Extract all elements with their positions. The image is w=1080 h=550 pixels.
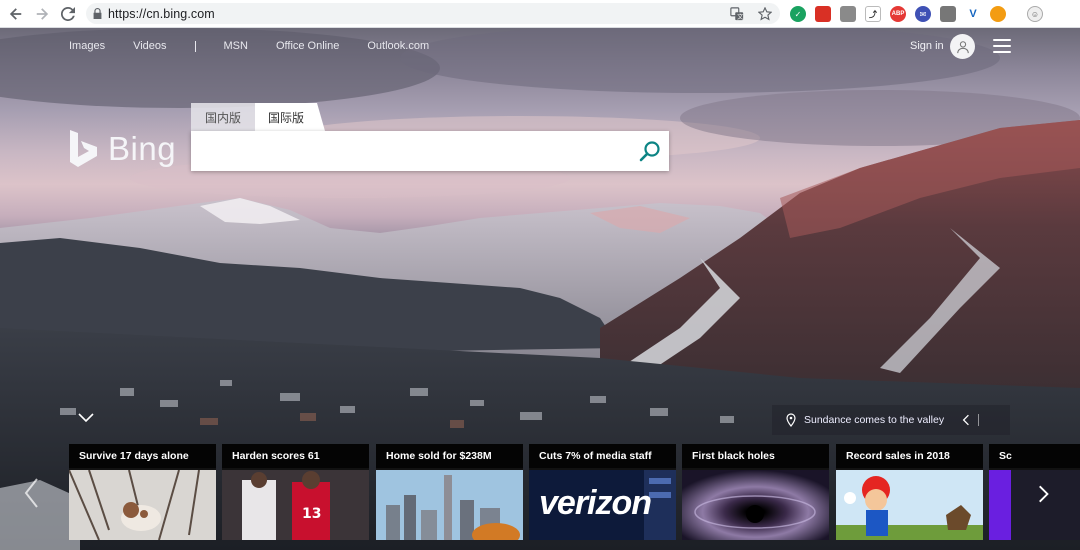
extensions-bar: ✓ ⤴ ABP ✉ V ☺ xyxy=(790,6,1043,22)
news-card-image xyxy=(836,470,983,540)
reload-icon xyxy=(61,6,75,21)
news-card-image xyxy=(69,470,216,540)
previous-image-button[interactable] xyxy=(956,410,976,430)
carousel-prev-icon[interactable] xyxy=(22,476,42,510)
tab-domestic[interactable]: 国内版 xyxy=(191,103,255,131)
extension-red-icon[interactable] xyxy=(815,6,831,22)
chevron-down-icon[interactable] xyxy=(77,412,95,424)
arrow-left-icon xyxy=(9,7,22,20)
news-card[interactable]: Harden scores 61 13 xyxy=(222,444,369,540)
image-caption-bar: Sundance comes to the valley xyxy=(772,405,1010,435)
reload-button[interactable] xyxy=(55,0,81,28)
arrow-right-icon xyxy=(36,7,49,20)
svg-text:13: 13 xyxy=(302,506,321,522)
nav-separator xyxy=(194,40,196,52)
extension-v-icon[interactable]: V xyxy=(965,6,981,22)
news-carousel: Survive 17 days alone Harden scores 61 1… xyxy=(69,444,1080,542)
verizon-text: verizon xyxy=(539,484,652,522)
translate-icon[interactable]: 文 xyxy=(730,6,744,21)
news-card-title: First black holes xyxy=(682,444,829,468)
nav-link-msn[interactable]: MSN xyxy=(224,40,248,52)
location-pin-icon xyxy=(786,413,796,427)
browser-toolbar: https://cn.bing.com 文 ✓ ⤴ ABP ✉ V ☺ xyxy=(0,0,1080,28)
star-icon[interactable] xyxy=(758,6,772,21)
extension-face-icon[interactable]: ☺ xyxy=(1027,6,1043,22)
news-card-title: Sc xyxy=(989,444,1080,468)
news-card-image: 13 xyxy=(222,470,369,540)
news-card[interactable]: Home sold for $238M xyxy=(376,444,523,540)
avatar[interactable] xyxy=(950,34,975,59)
extension-abp-icon[interactable]: ABP xyxy=(890,6,906,22)
address-bar[interactable]: https://cn.bing.com 文 xyxy=(86,3,780,24)
nav-link-office-online[interactable]: Office Online xyxy=(276,40,339,52)
logo-text: Bing xyxy=(108,130,177,167)
extension-gray-icon[interactable] xyxy=(840,6,856,22)
lock-icon xyxy=(86,8,108,19)
extension-green-icon[interactable]: ✓ xyxy=(790,6,806,22)
chevron-right-icon xyxy=(1039,485,1049,503)
bing-logo-icon xyxy=(70,130,97,167)
search-box xyxy=(191,131,669,171)
news-card-title: Record sales in 2018 xyxy=(836,444,983,468)
news-card-image xyxy=(682,470,829,540)
nav-link-images[interactable]: Images xyxy=(69,40,105,52)
url-text: https://cn.bing.com xyxy=(108,6,215,21)
image-caption[interactable]: Sundance comes to the valley xyxy=(804,414,944,426)
news-card[interactable]: First black holes xyxy=(682,444,829,540)
news-card[interactable]: Cuts 7% of media staff verizon xyxy=(529,444,676,540)
search-input[interactable] xyxy=(191,131,621,171)
search-icon[interactable] xyxy=(639,140,661,162)
svg-text:文: 文 xyxy=(737,12,743,20)
extension-chart-icon[interactable]: ⤴ xyxy=(865,6,881,22)
extension-mail-icon[interactable]: ✉ xyxy=(915,6,931,22)
nav-link-outlook[interactable]: Outlook.com xyxy=(367,40,429,52)
forward-button[interactable] xyxy=(29,0,55,28)
extension-doc-icon[interactable] xyxy=(940,6,956,22)
carousel-next-button[interactable] xyxy=(1028,474,1060,514)
extension-orange-icon[interactable] xyxy=(990,6,1006,22)
news-card[interactable]: Survive 17 days alone xyxy=(69,444,216,540)
news-card-title: Cuts 7% of media staff xyxy=(529,444,676,468)
news-card-image: verizon xyxy=(529,470,676,540)
nav-link-videos[interactable]: Videos xyxy=(133,40,166,52)
chevron-left-icon xyxy=(962,414,969,426)
menu-icon[interactable] xyxy=(993,39,1011,53)
tab-international[interactable]: 国际版 xyxy=(255,103,325,131)
news-card-image xyxy=(376,470,523,540)
news-card-title: Home sold for $238M xyxy=(376,444,523,468)
sign-in-link[interactable]: Sign in xyxy=(910,40,944,52)
news-card-title: Harden scores 61 xyxy=(222,444,369,468)
top-navigation: Images Videos MSN Office Online Outlook.… xyxy=(69,40,457,52)
caption-separator xyxy=(978,414,979,426)
search-tabs: 国内版 国际版 xyxy=(191,103,325,131)
back-button[interactable] xyxy=(3,0,29,28)
news-card[interactable]: Record sales in 2018 xyxy=(836,444,983,540)
news-card-title: Survive 17 days alone xyxy=(69,444,216,468)
user-icon xyxy=(956,40,969,53)
bing-homepage: Images Videos MSN Office Online Outlook.… xyxy=(0,28,1080,550)
bing-logo[interactable]: Bing xyxy=(68,128,176,170)
